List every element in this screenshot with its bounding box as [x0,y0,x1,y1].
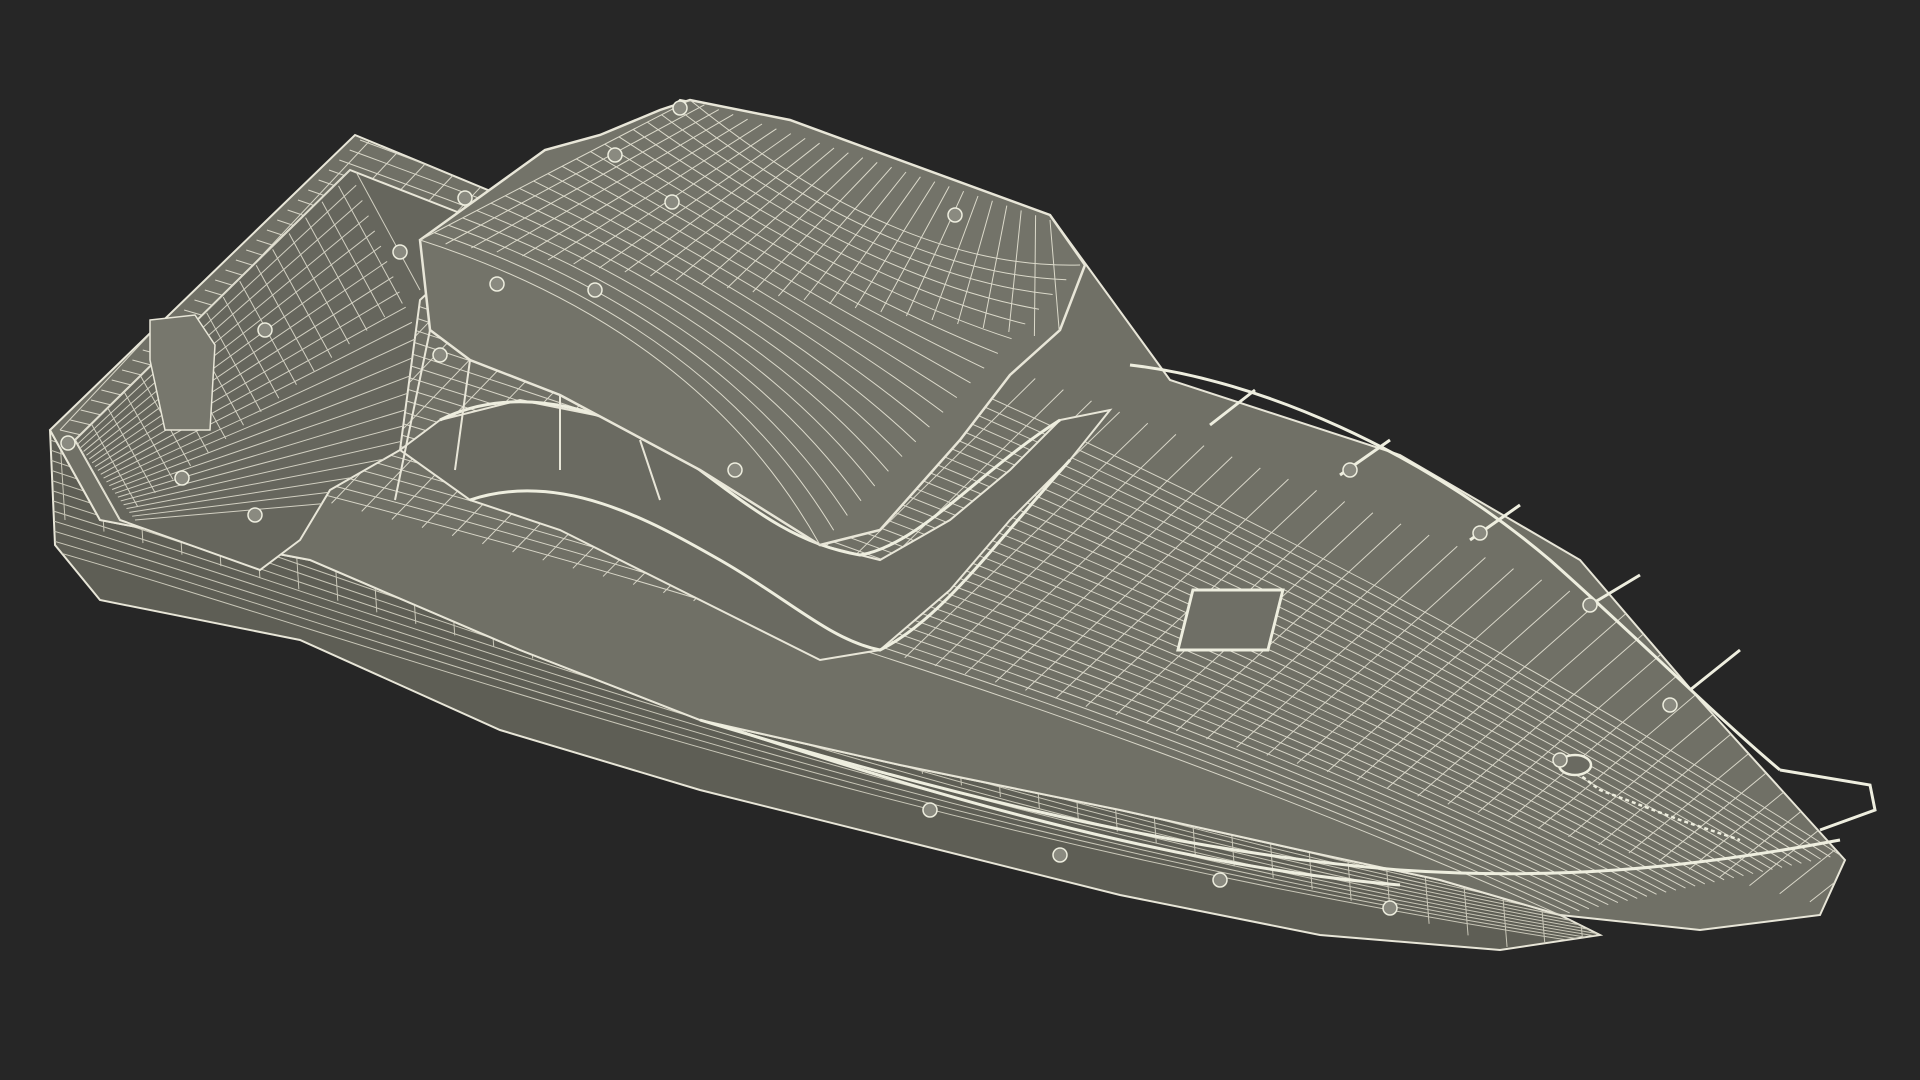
deck-fitting [947,207,963,223]
deck-fitting [247,507,263,523]
deck-fitting [664,194,680,210]
deck-fitting [1552,752,1568,768]
deck-fitting [1662,697,1678,713]
deck-fitting [174,470,190,486]
deck-fitting [257,322,273,338]
deck-fitting [1582,597,1598,613]
deck-fitting [1342,462,1358,478]
deck-fitting [922,802,938,818]
boat-wireframe-render [48,98,1877,952]
deck-fitting [727,462,743,478]
deck-fitting [457,190,473,206]
deck-fitting [1472,525,1488,541]
deck-fitting [1212,872,1228,888]
deck-fitting [392,244,408,260]
deck-fitting [489,276,505,292]
deck-fitting [672,100,688,116]
deck-fitting [607,147,623,163]
deck-fitting [432,347,448,363]
deck-hatch [1176,588,1285,652]
deck-fitting [1382,900,1398,916]
deck-fitting [1052,847,1068,863]
deck-fitting [587,282,603,298]
deck-fitting [60,435,76,451]
render-viewport [0,0,1920,1080]
